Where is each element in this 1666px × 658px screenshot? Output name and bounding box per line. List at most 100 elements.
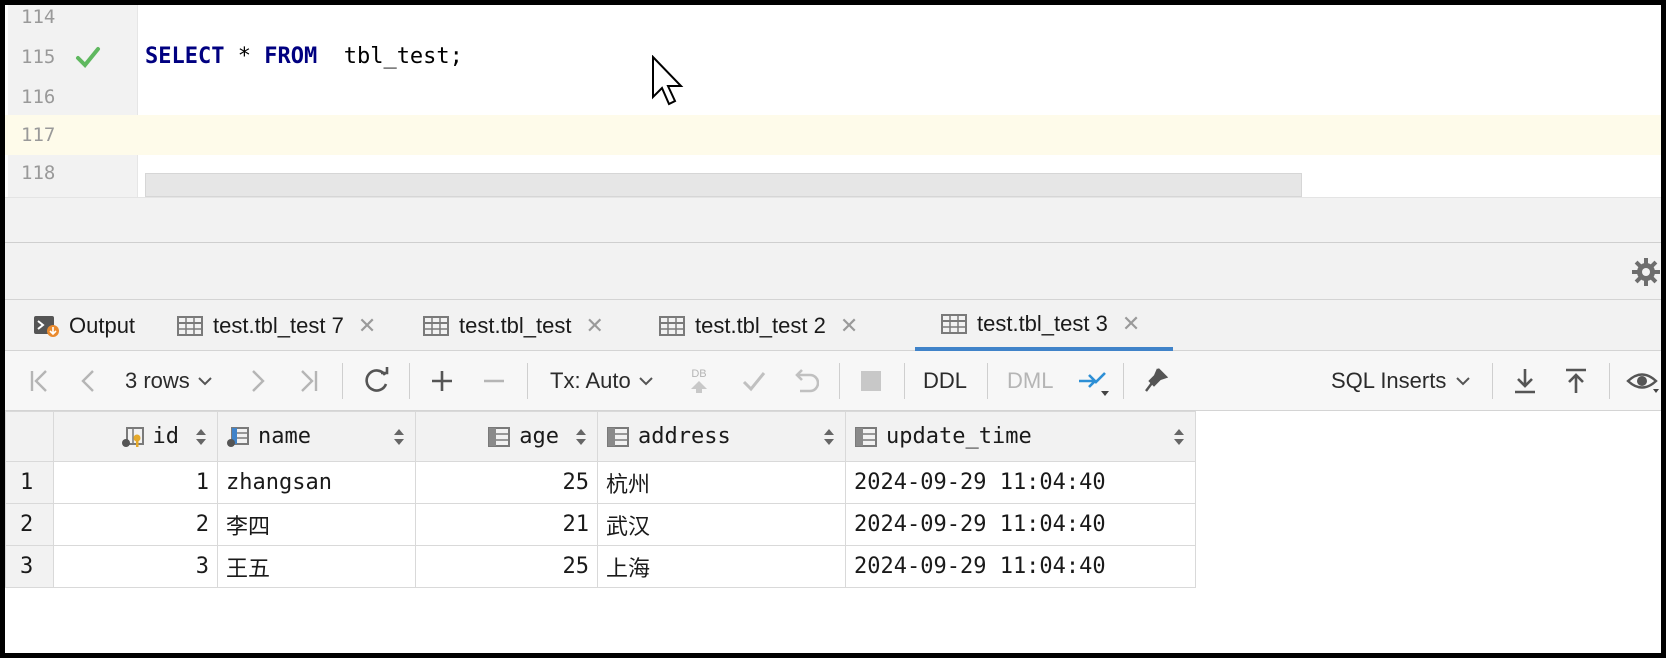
result-grid: id name age address update_time 1 1 zhan… xyxy=(5,411,1196,588)
table-icon xyxy=(177,315,203,336)
table-icon xyxy=(423,315,449,336)
sort-icon[interactable] xyxy=(823,428,835,446)
cell-id[interactable]: 3 xyxy=(53,545,218,588)
row-number-header xyxy=(5,411,54,462)
cell-address[interactable]: 武汉 xyxy=(597,503,846,546)
cell-name[interactable]: 李四 xyxy=(217,503,416,546)
last-page-icon[interactable] xyxy=(295,351,323,411)
result-tabs: Output test.tbl_test 7 ✕ test.tbl_test ✕… xyxy=(5,299,1661,351)
code-line-117-current[interactable]: 117 xyxy=(5,115,1661,155)
tab-output[interactable]: Output xyxy=(33,300,135,351)
transaction-mode-selector[interactable]: Tx: Auto xyxy=(550,351,655,411)
column-name: update_time xyxy=(886,424,1032,449)
export-format-selector[interactable]: SQL Inserts xyxy=(1331,351,1472,411)
primary-key-column-icon xyxy=(121,426,144,447)
tab-label: test.tbl_test 3 xyxy=(977,310,1108,336)
table-row[interactable]: 2 2 李四 21 武汉 2024-09-29 11:04:40 xyxy=(5,503,1196,546)
table-row[interactable]: 3 3 王五 25 上海 2024-09-29 11:04:40 xyxy=(5,545,1196,588)
first-page-icon[interactable] xyxy=(25,351,53,411)
close-icon[interactable]: ✕ xyxy=(840,313,858,339)
code-line-115[interactable]: 115 SELECT * FROM tbl_test; xyxy=(5,37,1661,77)
column-header-age[interactable]: age xyxy=(415,411,598,462)
cell-age[interactable]: 25 xyxy=(415,461,598,504)
refresh-icon[interactable] xyxy=(361,351,391,411)
cell-address[interactable]: 上海 xyxy=(597,545,846,588)
chevron-down-icon xyxy=(1456,377,1471,386)
pin-icon[interactable] xyxy=(1140,351,1170,411)
cell-name[interactable]: 王五 xyxy=(217,545,416,588)
column-header-update-time[interactable]: update_time xyxy=(845,411,1196,462)
line-number: 117 xyxy=(21,124,56,146)
download-icon[interactable] xyxy=(1511,351,1539,411)
toolbar-separator xyxy=(1609,363,1610,399)
toolbar-separator xyxy=(527,363,528,399)
table-row[interactable]: 1 1 zhangsan 25 杭州 2024-09-29 11:04:40 xyxy=(5,461,1196,504)
tab-tbl-test[interactable]: test.tbl_test ✕ xyxy=(423,300,604,351)
row-number[interactable]: 1 xyxy=(5,461,54,504)
console-icon xyxy=(34,315,59,337)
compare-arrows-icon[interactable] xyxy=(1075,351,1111,411)
column-name: address xyxy=(638,424,731,449)
column-header-id[interactable]: id xyxy=(53,411,218,462)
rows-selector[interactable]: 3 rows xyxy=(125,351,214,411)
cell-update-time[interactable]: 2024-09-29 11:04:40 xyxy=(845,461,1196,504)
horizontal-scrollbar[interactable] xyxy=(145,173,1302,197)
cell-age[interactable]: 25 xyxy=(415,545,598,588)
mouse-cursor-icon xyxy=(652,55,684,106)
close-icon[interactable]: ✕ xyxy=(586,313,604,339)
sql-editor[interactable]: 114 115 SELECT * FROM tbl_test; 116 117 … xyxy=(5,5,1661,197)
tab-tbl-test-3[interactable]: test.tbl_test 3 ✕ xyxy=(915,300,1173,351)
rollback-icon[interactable] xyxy=(791,351,819,411)
tab-tbl-test-2[interactable]: test.tbl_test 2 ✕ xyxy=(659,300,858,351)
line-number: 114 xyxy=(21,6,56,28)
cell-age[interactable]: 21 xyxy=(415,503,598,546)
editor-footer xyxy=(5,197,1661,243)
tab-label: Output xyxy=(69,312,136,338)
column-header-name[interactable]: name xyxy=(217,411,416,462)
toolbar-separator xyxy=(342,363,343,399)
ddl-label: DDL xyxy=(923,368,968,393)
cell-id[interactable]: 1 xyxy=(53,461,218,504)
tab-label: test.tbl_test 7 xyxy=(213,312,344,338)
cell-id[interactable]: 2 xyxy=(53,503,218,546)
delete-row-icon[interactable] xyxy=(481,351,507,411)
tab-label: test.tbl_test xyxy=(459,312,572,338)
cell-update-time[interactable]: 2024-09-29 11:04:40 xyxy=(845,503,1196,546)
sql-statement: SELECT * FROM tbl_test; xyxy=(145,44,463,69)
column-icon xyxy=(488,426,511,447)
toolbar-separator xyxy=(904,363,905,399)
dml-button[interactable]: DML xyxy=(1007,351,1053,411)
submit-db-icon[interactable]: DB xyxy=(689,351,709,411)
tab-tbl-test-7[interactable]: test.tbl_test 7 ✕ xyxy=(177,300,376,351)
row-number[interactable]: 2 xyxy=(5,503,54,546)
ddl-button[interactable]: DDL xyxy=(923,351,967,411)
add-row-icon[interactable] xyxy=(429,351,455,411)
code-line-116[interactable]: 116 xyxy=(5,77,1661,117)
eye-icon[interactable] xyxy=(1625,351,1661,411)
cell-name[interactable]: zhangsan xyxy=(217,461,416,504)
close-icon[interactable]: ✕ xyxy=(358,313,376,339)
cell-address[interactable]: 杭州 xyxy=(597,461,846,504)
commit-check-icon[interactable] xyxy=(740,351,768,411)
sort-icon[interactable] xyxy=(575,428,587,446)
sort-icon[interactable] xyxy=(393,428,405,446)
code-line-114[interactable]: 114 xyxy=(5,5,1661,37)
upload-icon[interactable] xyxy=(1562,351,1590,411)
sort-icon[interactable] xyxy=(1173,428,1185,446)
stop-icon[interactable] xyxy=(859,351,883,411)
line-number: 118 xyxy=(21,162,56,184)
cell-update-time[interactable]: 2024-09-29 11:04:40 xyxy=(845,545,1196,588)
next-page-icon[interactable] xyxy=(245,351,269,411)
column-icon xyxy=(855,426,877,447)
column-name: age xyxy=(519,424,559,449)
gear-icon[interactable] xyxy=(1631,257,1661,287)
column-header-address[interactable]: address xyxy=(597,411,846,462)
previous-page-icon[interactable] xyxy=(77,351,101,411)
row-number[interactable]: 3 xyxy=(5,545,54,588)
column-icon xyxy=(607,426,629,447)
grid-header-row: id name age address update_time xyxy=(5,411,1196,462)
sort-icon[interactable] xyxy=(195,428,207,446)
check-icon xyxy=(76,47,100,68)
table-icon xyxy=(941,313,967,334)
close-icon[interactable]: ✕ xyxy=(1122,311,1140,337)
